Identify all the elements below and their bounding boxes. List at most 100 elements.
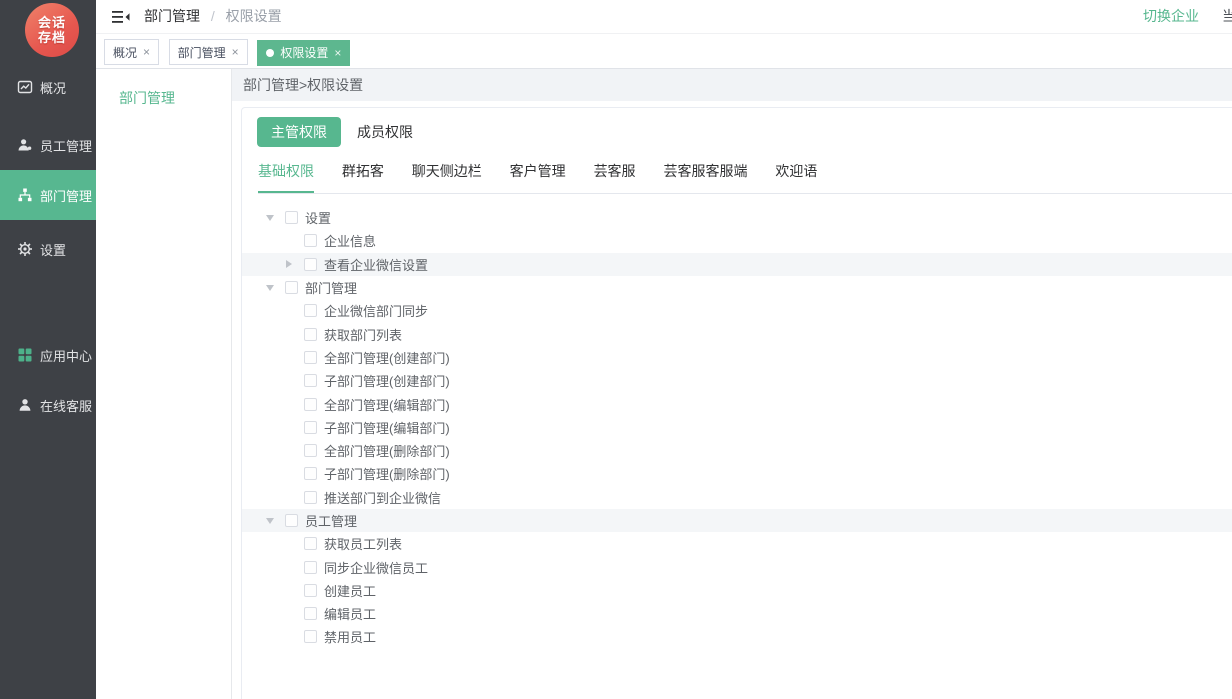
caret-icon [279, 327, 298, 341]
perm-tab-chat-sidebar[interactable]: 聊天侧边栏 [412, 161, 482, 193]
perm-tab-welcome-message[interactable]: 欢迎语 [775, 161, 817, 193]
tree-label: 子部门管理(编辑部门) [324, 418, 450, 437]
checkbox[interactable] [304, 234, 317, 247]
settings-gear-icon [17, 241, 33, 257]
checkbox[interactable] [285, 281, 298, 294]
close-icon[interactable]: × [143, 45, 150, 59]
caret-icon [279, 537, 298, 551]
checkbox[interactable] [304, 374, 317, 387]
manager-permission-button[interactable]: 主管权限 [257, 117, 341, 147]
member-permission-button[interactable]: 成员权限 [353, 117, 417, 147]
tree-label: 编辑员工 [324, 604, 376, 623]
tree-row[interactable]: 查看企业微信设置 [242, 253, 1232, 276]
breadcrumb-current: 权限设置 [226, 8, 282, 24]
permission-card: 主管权限 成员权限 基础权限 群拓客 聊天侧边栏 客户管理 芸客服 芸客服客服端… [241, 107, 1232, 699]
current-company-clipped-text[interactable]: 当前企业 [1222, 0, 1232, 33]
tree-row[interactable]: 员工管理 [242, 509, 1232, 532]
main-content: 部门管理>权限设置 主管权限 成员权限 基础权限 群拓客 聊天侧边栏 客户管理 … [232, 69, 1232, 699]
checkbox[interactable] [304, 444, 317, 457]
tree-row[interactable]: 全部门管理(创建部门) [242, 346, 1232, 369]
checkbox[interactable] [304, 421, 317, 434]
checkbox[interactable] [285, 514, 298, 527]
perm-tab-basic[interactable]: 基础权限 [258, 161, 314, 193]
tag-label: 概况 [113, 44, 137, 61]
breadcrumb: 部门管理 / 权限设置 [144, 0, 282, 33]
caret-icon [279, 397, 298, 411]
tree-row[interactable]: 创建员工 [242, 579, 1232, 602]
checkbox[interactable] [304, 630, 317, 643]
caret-icon [279, 444, 298, 458]
tree-row[interactable]: 子部门管理(删除部门) [242, 462, 1232, 485]
checkbox[interactable] [285, 211, 298, 224]
checkbox[interactable] [304, 537, 317, 550]
caret-icon[interactable] [260, 281, 279, 295]
tree-row[interactable]: 部门管理 [242, 276, 1232, 299]
tree-row[interactable]: 全部门管理(编辑部门) [242, 392, 1232, 415]
tree-label: 获取员工列表 [324, 534, 402, 553]
caret-icon[interactable] [260, 211, 279, 225]
sidebar-toggle-icon[interactable] [112, 10, 130, 24]
tag-label: 部门管理 [178, 44, 226, 61]
tree-label: 同步企业微信员工 [324, 558, 428, 577]
perm-tab-yun-kefu[interactable]: 芸客服 [594, 161, 636, 193]
perm-tab-yun-kefu-client[interactable]: 芸客服客服端 [663, 161, 747, 193]
tree-row[interactable]: 编辑员工 [242, 602, 1232, 625]
tree-row[interactable]: 同步企业微信员工 [242, 555, 1232, 578]
tag-label: 权限设置 [280, 44, 328, 61]
switch-company-link[interactable]: 切换企业 [1143, 0, 1199, 33]
app-center-icon [17, 347, 33, 363]
tree-row[interactable]: 获取部门列表 [242, 322, 1232, 345]
tree-row[interactable]: 企业微信部门同步 [242, 299, 1232, 322]
sidebar-item-app-center[interactable]: 应用中心 [0, 330, 96, 380]
checkbox[interactable] [304, 584, 317, 597]
checkbox[interactable] [304, 328, 317, 341]
tree-label: 子部门管理(创建部门) [324, 371, 450, 390]
tree-row[interactable]: 子部门管理(创建部门) [242, 369, 1232, 392]
tree-label: 部门管理 [305, 278, 357, 297]
checkbox[interactable] [304, 351, 317, 364]
role-switch-row: 主管权限 成员权限 [257, 117, 1232, 147]
tag-overview[interactable]: 概况 × [104, 39, 159, 65]
tag-department-management[interactable]: 部门管理 × [169, 39, 248, 65]
perm-tab-customer-management[interactable]: 客户管理 [510, 161, 566, 193]
tree-row[interactable]: 子部门管理(编辑部门) [242, 416, 1232, 439]
breadcrumb-section[interactable]: 部门管理 [144, 8, 200, 24]
checkbox[interactable] [304, 607, 317, 620]
caret-icon [279, 350, 298, 364]
permission-tabs: 基础权限 群拓客 聊天侧边栏 客户管理 芸客服 芸客服客服端 欢迎语 [258, 161, 1232, 194]
checkbox[interactable] [304, 467, 317, 480]
department-tree-root[interactable]: 部门管理 [96, 69, 231, 108]
sidebar-item-label: 概况 [40, 78, 66, 97]
breadcrumb-separator: / [211, 8, 215, 24]
perm-tab-group-expansion[interactable]: 群拓客 [342, 161, 384, 193]
checkbox[interactable] [304, 561, 317, 574]
close-icon[interactable]: × [232, 45, 239, 59]
caret-icon [279, 490, 298, 504]
checkbox[interactable] [304, 304, 317, 317]
checkbox[interactable] [304, 398, 317, 411]
department-tree-panel: 部门管理 [96, 69, 232, 699]
sidebar-item-department-management[interactable]: 部门管理 [0, 170, 96, 220]
tag-permission-settings[interactable]: 权限设置 × [257, 40, 350, 66]
sidebar-item-overview[interactable]: 概况 [0, 62, 96, 112]
tree-row[interactable]: 推送部门到企业微信 [242, 486, 1232, 509]
caret-icon[interactable] [279, 257, 298, 271]
close-icon[interactable]: × [334, 46, 341, 60]
checkbox[interactable] [304, 258, 317, 271]
tree-row[interactable]: 设置 [242, 206, 1232, 229]
sidebar-item-online-service[interactable]: 在线客服 [0, 380, 96, 430]
caret-icon[interactable] [260, 514, 279, 528]
tree-row[interactable]: 全部门管理(删除部门) [242, 439, 1232, 462]
checkbox[interactable] [304, 491, 317, 504]
caret-icon [279, 630, 298, 644]
sidebar-item-settings[interactable]: 设置 [0, 224, 96, 274]
tree-label: 查看企业微信设置 [324, 255, 428, 274]
sidebar-item-employee-management[interactable]: 员工管理 [0, 120, 96, 170]
online-service-icon [17, 397, 33, 413]
tree-label: 获取部门列表 [324, 325, 402, 344]
tree-row[interactable]: 企业信息 [242, 229, 1232, 252]
tree-row[interactable]: 获取员工列表 [242, 532, 1232, 555]
page-title: 部门管理>权限设置 [232, 69, 1232, 101]
tree-label: 员工管理 [305, 511, 357, 530]
tree-row[interactable]: 禁用员工 [242, 625, 1232, 648]
